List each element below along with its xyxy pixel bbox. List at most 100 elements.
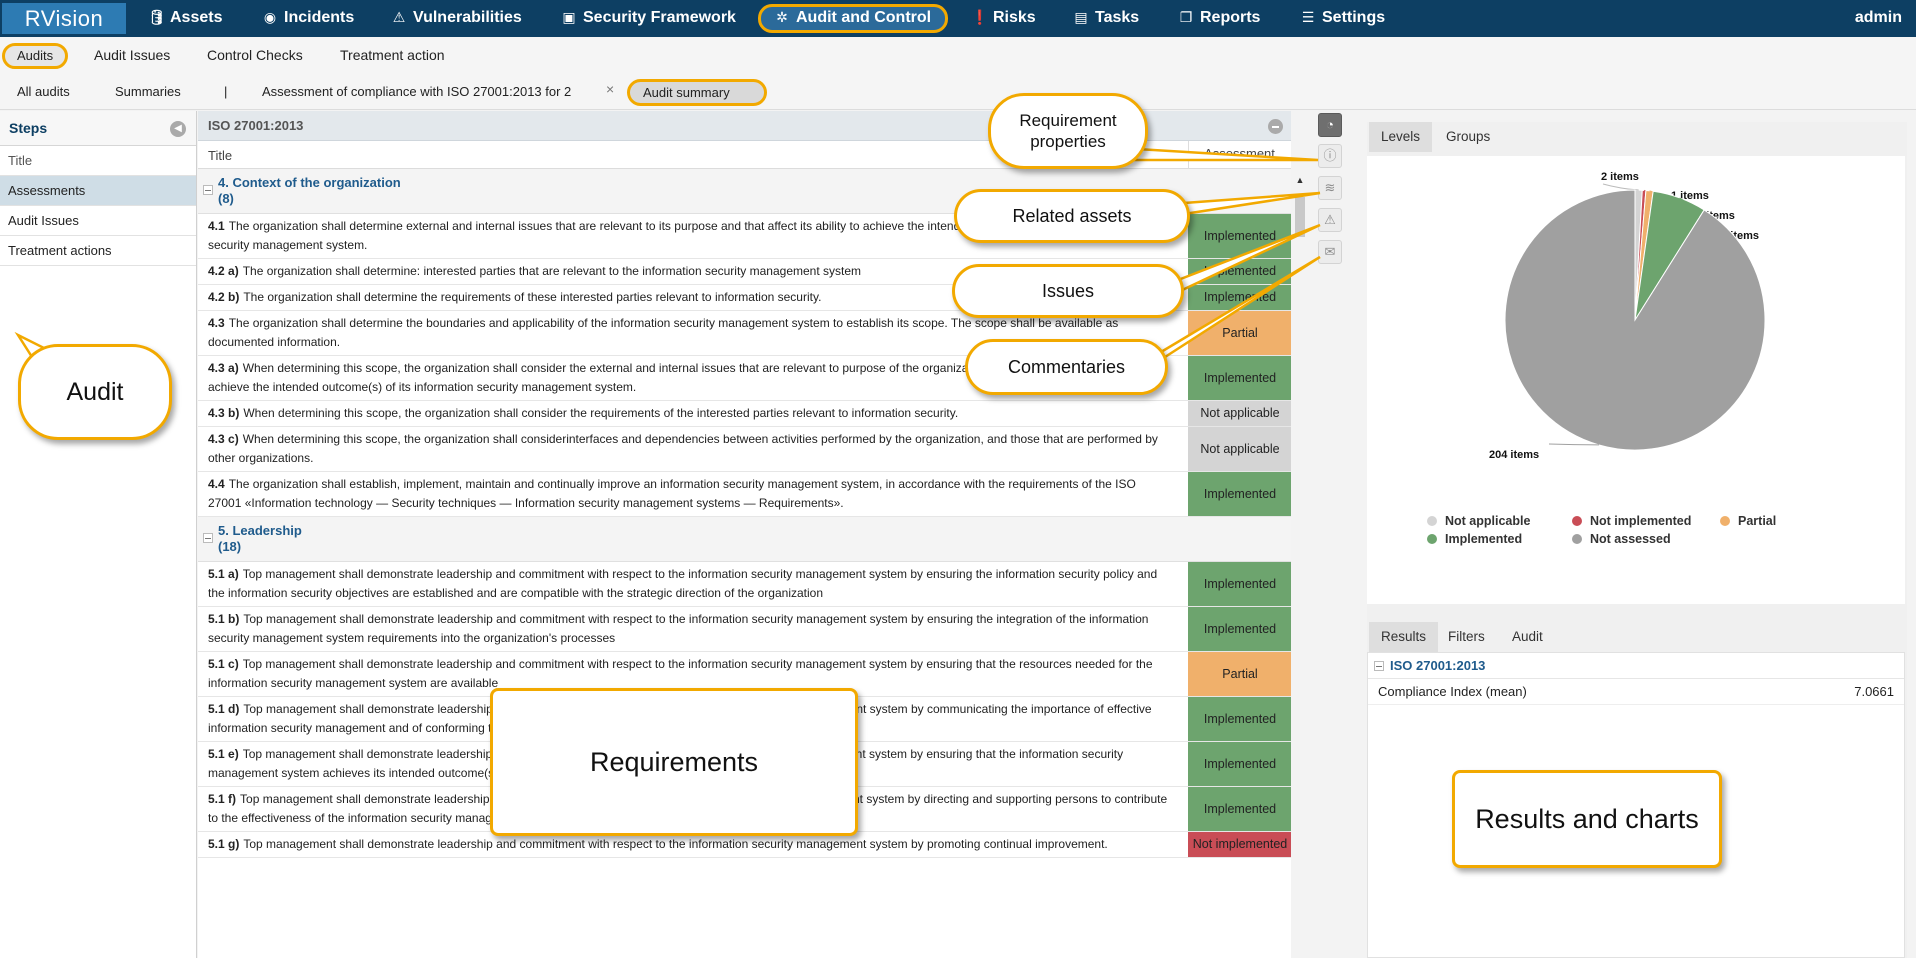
step-assessments[interactable]: Assessments — [0, 176, 196, 206]
chart-area: 2 items 1 items 2 items 15 items 204 items N… — [1367, 156, 1905, 604]
tab-all-audits[interactable]: All audits — [17, 84, 70, 99]
assessment-status[interactable]: Not applicable — [1188, 401, 1291, 426]
user-menu[interactable]: admin — [1855, 0, 1902, 35]
chart-toggle-icon[interactable]: ◔ — [1318, 113, 1342, 137]
tab-assessment[interactable]: Assessment of compliance with ISO 27001:… — [262, 84, 571, 99]
assessment-status[interactable]: Implemented — [1188, 259, 1291, 284]
requirement-number: 4.3 a) — [208, 361, 239, 375]
steps-header: Steps ◀ — [0, 111, 196, 146]
assessment-status[interactable]: Not applicable — [1188, 427, 1291, 471]
step-audit-issues[interactable]: Audit Issues — [0, 206, 196, 236]
group-count: (18) — [218, 539, 242, 554]
nav-assets[interactable]: 🛢 Assets — [148, 0, 222, 37]
requirements-scrollbar[interactable]: ▲ — [1293, 175, 1307, 958]
metric-value: 7.0661 — [1854, 684, 1894, 699]
subnav-audits[interactable]: Audits — [17, 48, 53, 63]
assessment-status[interactable]: Not implemented — [1188, 832, 1291, 857]
top-navigation-bar: RVision 🛢 Assets ◉ Incidents ⚠ Vulnerabilit… — [0, 0, 1916, 37]
database-icon[interactable]: ≋ — [1318, 176, 1342, 200]
tab-audit-issues[interactable]: Audit Issues — [1500, 622, 1563, 674]
menu-icon: ☰ — [1301, 9, 1315, 25]
subnav-control-checks[interactable]: Control Checks — [207, 47, 303, 63]
requirement-number: 5.1 b) — [208, 612, 240, 626]
nav-incidents[interactable]: ◉ Incidents — [262, 0, 354, 37]
metric-label: Compliance Index (mean) — [1378, 684, 1527, 699]
collapse-icon[interactable] — [1374, 661, 1384, 671]
legend-implemented: Implemented — [1427, 532, 1522, 546]
requirement-number: 5.1 f) — [208, 792, 237, 806]
assessment-status[interactable]: Implemented — [1188, 214, 1291, 258]
tab-filters[interactable]: Filters — [1436, 622, 1497, 652]
requirement-row[interactable]: 5.1 b) Top management shall demonstrate l… — [198, 607, 1291, 652]
subnav-treatment-action[interactable]: Treatment action — [340, 47, 445, 63]
requirement-number: 4.1 — [208, 219, 225, 233]
group-title: 5. Leadership — [218, 523, 302, 538]
subnav-audit-issues[interactable]: Audit Issues — [94, 47, 170, 63]
requirement-text: 4.4 The organization shall establish, imp… — [208, 477, 1136, 510]
pie-slice-not-assessed[interactable] — [1504, 189, 1766, 451]
assessment-status[interactable]: Implemented — [1188, 562, 1291, 606]
results-group-row[interactable]: ISO 27001:2013 — [1368, 653, 1904, 679]
legend-not-implemented: Not implemented — [1572, 514, 1691, 528]
collapse-icon[interactable] — [203, 185, 213, 195]
tab-results[interactable]: Results — [1369, 622, 1439, 652]
requirement-number: 4.3 — [208, 316, 225, 330]
pie-leader-line — [1548, 443, 1600, 446]
tasks-icon: ▤ — [1074, 9, 1088, 25]
tab-groups[interactable]: Groups — [1434, 122, 1502, 152]
requirement-row[interactable]: 4.3 b) When determining this scope, the o… — [198, 401, 1291, 427]
requirement-row[interactable]: 4.4 The organization shall establish, imp… — [198, 472, 1291, 517]
nav-vulnerabilities[interactable]: ⚠ Vulnerabilities — [391, 0, 522, 37]
info-icon[interactable]: ⓘ — [1318, 144, 1342, 168]
assessment-status[interactable]: Implemented — [1188, 742, 1291, 786]
assessment-status[interactable]: Partial — [1188, 652, 1291, 696]
callout-commentaries: Commentaries — [965, 339, 1168, 395]
assessment-status[interactable]: Implemented — [1188, 472, 1291, 516]
assessment-status[interactable]: Implemented — [1188, 285, 1291, 310]
nav-risks[interactable]: ❗ Risks — [971, 0, 1036, 37]
steps-column-title: Title — [0, 146, 196, 176]
nav-security-framework[interactable]: ▣ Security Framework — [561, 0, 736, 37]
assessment-status[interactable]: Partial — [1188, 311, 1291, 355]
requirement-number: 4.4 — [208, 477, 225, 491]
assessment-status[interactable]: Implemented — [1188, 607, 1291, 651]
collapse-icon[interactable] — [1268, 119, 1283, 134]
requirement-text: 5.1 b) Top management shall demonstrate l… — [208, 612, 1149, 645]
step-treatment-actions[interactable]: Treatment actions — [0, 236, 196, 266]
tab-audit-summary[interactable]: Audit summary — [643, 85, 730, 100]
nav-reports[interactable]: ❐ Reports — [1178, 0, 1261, 37]
assessment-status[interactable]: Implemented — [1188, 787, 1291, 831]
app-logo[interactable]: RVision — [2, 3, 126, 34]
nav-settings[interactable]: ☰ Settings — [1300, 0, 1385, 37]
tab-summaries[interactable]: Summaries — [115, 84, 181, 99]
steps-panel: Steps ◀ Title Assessments Audit Issues T… — [0, 111, 197, 958]
collapse-icon[interactable] — [203, 533, 213, 543]
assessment-status[interactable]: Implemented — [1188, 356, 1291, 400]
close-tab-icon[interactable]: × — [606, 81, 614, 97]
framework-icon: ▣ — [562, 9, 576, 25]
requirement-number: 4.3 b) — [208, 406, 240, 420]
comments-icon[interactable]: ✉ — [1318, 240, 1342, 264]
callout-issues: Issues — [952, 264, 1184, 318]
requirement-text: 5.1 a) Top management shall demonstrate l… — [208, 567, 1158, 600]
warning-icon: ⚠ — [392, 9, 406, 25]
requirement-row[interactable]: 4.3 c) When determining this scope, the o… — [198, 427, 1291, 472]
warning-icon[interactable]: ⚠ — [1318, 208, 1342, 232]
requirement-group[interactable]: 5. Leadership (18) — [198, 517, 1291, 562]
nav-tasks[interactable]: ▤ Tasks — [1073, 0, 1139, 37]
pie-data-label: 204 items — [1489, 449, 1539, 461]
collapse-left-icon[interactable]: ◀ — [170, 121, 186, 137]
pie-data-label: 2 items — [1601, 171, 1639, 183]
scroll-up-icon[interactable]: ▲ — [1293, 175, 1307, 185]
requirement-number: 4.2 b) — [208, 290, 240, 304]
callout-related-assets: Related assets — [954, 189, 1190, 243]
assessment-status[interactable]: Implemented — [1188, 697, 1291, 741]
nav-audit-and-control[interactable]: ✲ Audit and Control — [774, 0, 931, 37]
audit-icon: ✲ — [776, 9, 788, 25]
requirement-number: 4.3 c) — [208, 432, 239, 446]
requirement-row[interactable]: 5.1 a) Top management shall demonstrate l… — [198, 562, 1291, 607]
scroll-thumb[interactable] — [1295, 197, 1305, 237]
tab-levels[interactable]: Levels — [1369, 122, 1433, 152]
column-assessment: Assessment — [1188, 141, 1290, 169]
callout-requirement-properties: Requirement properties — [988, 93, 1148, 169]
